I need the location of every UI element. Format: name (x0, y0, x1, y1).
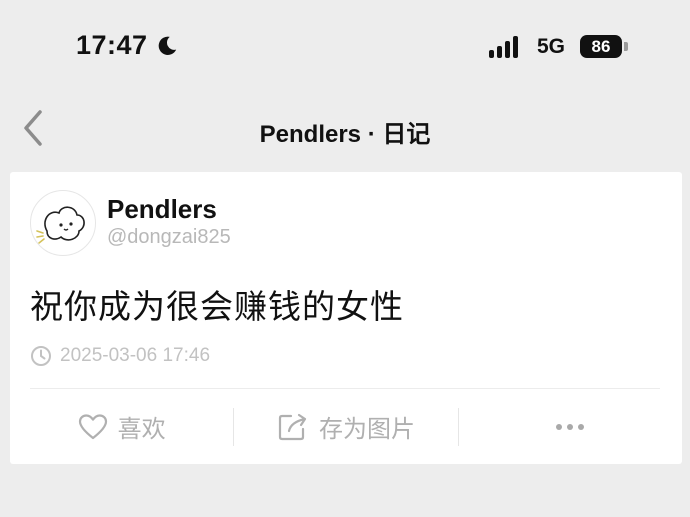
status-time-group: 17:47 (76, 30, 178, 61)
share-export-icon (278, 413, 307, 440)
more-icon (556, 423, 585, 430)
signal-icon (489, 34, 518, 58)
save-image-label: 存为图片 (318, 416, 415, 443)
more-button[interactable] (459, 423, 682, 430)
network-label: 5G (537, 35, 566, 58)
nav-bar: Pendlers · 日记 (0, 92, 690, 166)
save-image-button[interactable]: 存为图片 (234, 409, 457, 444)
timestamp-text: 2025-03-06 17:46 (60, 345, 211, 366)
like-button[interactable]: 喜欢 (10, 409, 233, 444)
post-card: Pendlers @dongzai825 祝你成为很会赚钱的女性 2025-03… (10, 172, 682, 464)
post-timestamp: 2025-03-06 17:46 (30, 345, 210, 367)
battery-tip (624, 42, 628, 51)
moon-icon (158, 36, 176, 55)
battery-level: 86 (591, 36, 611, 56)
action-bar: 喜欢 存为图片 (10, 389, 682, 464)
post-text: 祝你成为很会赚钱的女性 (30, 288, 404, 325)
clock-icon (31, 346, 51, 366)
heart-icon (78, 413, 107, 439)
avatar[interactable] (30, 190, 96, 256)
status-time: 17:47 (76, 30, 148, 60)
status-bar: 17:47 5G 86 (0, 0, 690, 92)
author-name[interactable]: Pendlers (107, 194, 217, 225)
battery-icon: 86 (580, 35, 622, 58)
page-title: Pendlers · 日记 (259, 121, 431, 148)
author-handle: @dongzai825 (107, 226, 231, 248)
avatar-drawing (36, 206, 85, 244)
like-label: 喜欢 (117, 416, 166, 443)
